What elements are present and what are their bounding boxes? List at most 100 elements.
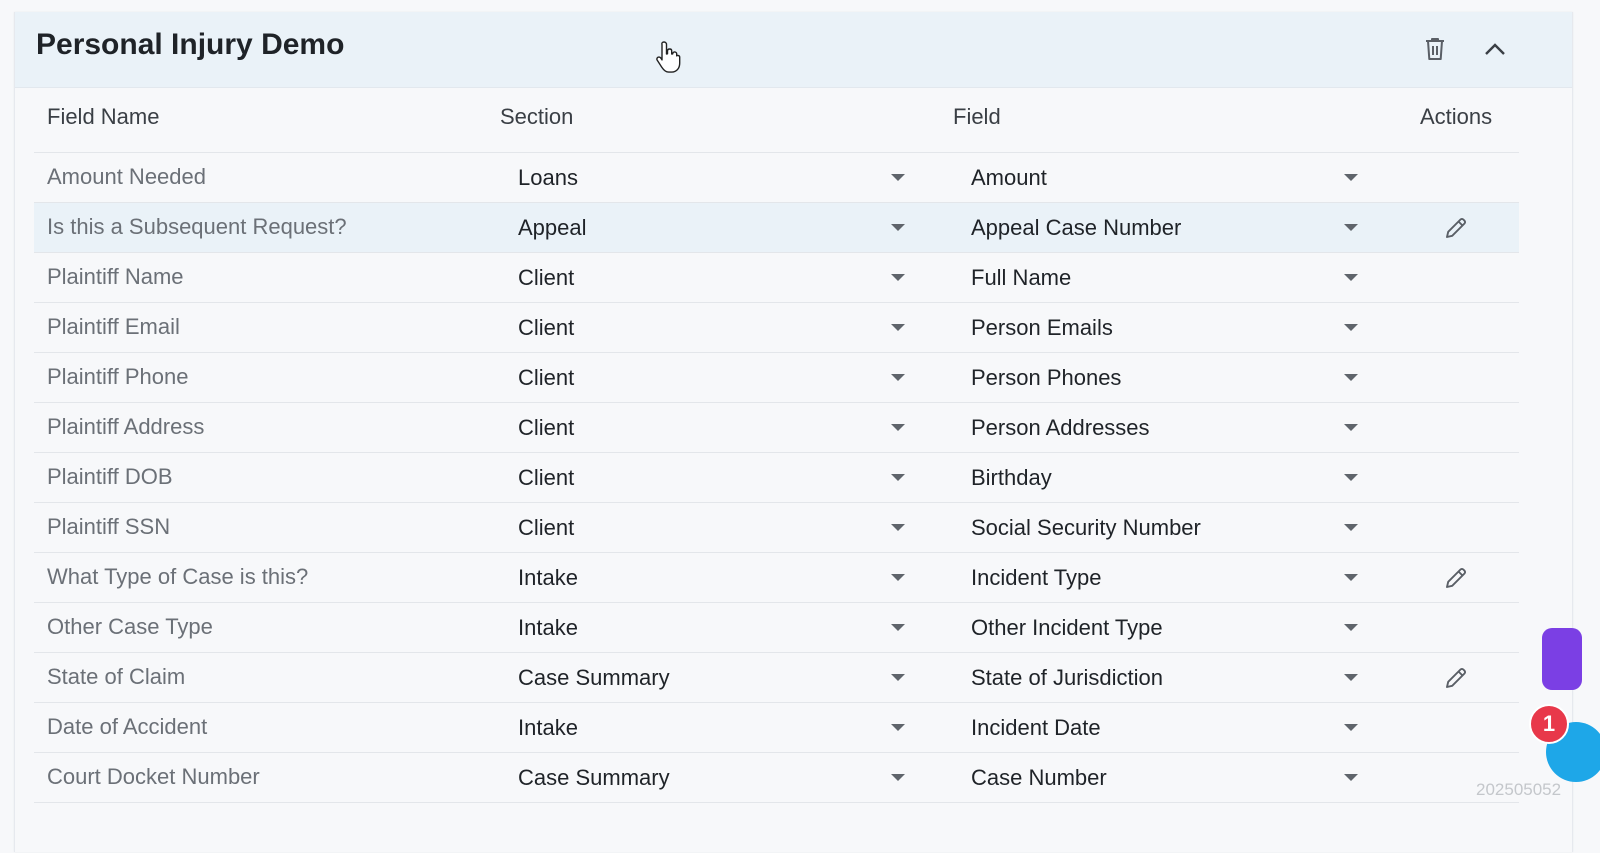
field-select[interactable]: Case Number [971,753,1361,803]
card-header[interactable]: Personal Injury Demo [15,12,1572,88]
field-select-value: Birthday [971,465,1052,490]
caret-down-icon[interactable] [1344,674,1358,681]
caret-down-icon[interactable] [891,674,905,681]
table-row[interactable]: Plaintiff SSN Client Social Security Numbe… [34,502,1519,553]
table-row[interactable]: Plaintiff Name Client Full Name [34,252,1519,303]
section-select[interactable]: Case Summary [518,753,908,803]
field-select[interactable]: Appeal Case Number [971,203,1361,253]
field-select[interactable]: Full Name [971,253,1361,303]
caret-down-icon[interactable] [891,224,905,231]
field-select[interactable]: State of Jurisdiction [971,653,1361,703]
section-select[interactable]: Client [518,453,908,503]
caret-down-icon[interactable] [891,574,905,581]
field-name-cell: Plaintiff Email [47,314,180,339]
field-select[interactable]: Social Security Number [971,503,1361,553]
caret-down-icon[interactable] [891,724,905,731]
section-select[interactable]: Intake [518,603,908,653]
column-header-field: Field [953,104,1001,129]
section-select[interactable]: Client [518,353,908,403]
caret-down-icon[interactable] [1344,724,1358,731]
section-select-value: Intake [518,565,578,590]
caret-down-icon[interactable] [1344,174,1358,181]
section-select[interactable]: Intake [518,553,908,603]
table-row[interactable]: Date of Accident Intake Incident Date [34,702,1519,753]
table-row[interactable]: Plaintiff DOB Client Birthday [34,452,1519,503]
field-select-value: Incident Date [971,715,1101,740]
caret-down-icon[interactable] [891,524,905,531]
table-row[interactable]: Is this a Subsequent Request? Appeal Appea… [34,202,1519,253]
watermark-text: 202505052 [1476,780,1562,799]
table-row[interactable]: Other Case Type Intake Other Incident Type [34,602,1519,653]
field-select[interactable]: Other Incident Type [971,603,1361,653]
field-name-cell: Other Case Type [47,614,213,639]
section-select-value: Loans [518,165,578,190]
field-select-value: Full Name [971,265,1072,290]
section-select-value: Intake [518,715,578,740]
table-row[interactable]: What Type of Case is this? Intake Incident… [34,552,1519,603]
caret-down-icon[interactable] [1344,574,1358,581]
field-select[interactable]: Person Emails [971,303,1361,353]
caret-down-icon[interactable] [1344,324,1358,331]
section-select[interactable]: Client [518,503,908,553]
section-select[interactable]: Intake [518,703,908,753]
caret-down-icon[interactable] [891,424,905,431]
field-select[interactable]: Person Phones [971,353,1361,403]
field-select-value: State of Jurisdiction [971,665,1163,690]
field-select-value: Person Emails [971,315,1113,340]
table-row[interactable]: Plaintiff Phone Client Person Phones [34,352,1519,403]
section-select[interactable]: Client [518,303,908,353]
section-select[interactable]: Case Summary [518,653,908,703]
caret-down-icon[interactable] [1344,774,1358,781]
field-select[interactable]: Incident Date [971,703,1361,753]
field-name-cell: Plaintiff Name [47,264,184,289]
caret-down-icon[interactable] [1344,374,1358,381]
field-select-value: Appeal Case Number [971,215,1182,240]
hand-cursor-icon [656,41,681,73]
field-select[interactable]: Birthday [971,453,1361,503]
caret-down-icon[interactable] [891,474,905,481]
notification-badge[interactable]: 1 [1529,704,1569,744]
edit-button[interactable] [1443,665,1469,691]
caret-down-icon[interactable] [1344,424,1358,431]
table-row[interactable] [34,802,1519,853]
field-select-value: Person Addresses [971,415,1150,440]
field-select-value: Incident Type [971,565,1102,590]
table-row[interactable]: State of Claim Case Summary State of Juris… [34,652,1519,703]
caret-down-icon[interactable] [1344,624,1358,631]
caret-down-icon[interactable] [1344,474,1358,481]
pencil-icon [1446,567,1467,588]
section-select-value: Intake [518,615,578,640]
table-row[interactable]: Court Docket Number Case Summary Case Numb… [34,752,1519,803]
caret-down-icon[interactable] [891,374,905,381]
table-row[interactable]: Plaintiff Email Client Person Emails [34,302,1519,353]
delete-button[interactable] [1418,32,1452,66]
table-row[interactable]: Plaintiff Address Client Person Addresses [34,402,1519,453]
caret-down-icon[interactable] [891,274,905,281]
caret-down-icon[interactable] [1344,274,1358,281]
field-name-cell: Plaintiff Phone [47,364,189,389]
section-select-value: Client [518,465,575,490]
caret-down-icon[interactable] [891,324,905,331]
edit-button[interactable] [1443,215,1469,241]
edit-button[interactable] [1443,565,1469,591]
section-select[interactable]: Client [518,403,908,453]
section-select[interactable]: Appeal [518,203,908,253]
field-name-cell: Is this a Subsequent Request? [47,214,347,239]
section-select-value: Case Summary [518,765,670,790]
section-select[interactable]: Client [518,253,908,303]
column-header-actions: Actions [1420,104,1493,129]
caret-down-icon[interactable] [1344,224,1358,231]
field-select[interactable]: Amount [971,153,1361,203]
caret-down-icon[interactable] [891,774,905,781]
caret-down-icon[interactable] [891,624,905,631]
section-select[interactable]: Loans [518,153,908,203]
caret-down-icon[interactable] [1344,524,1358,531]
chat-launcher-button[interactable] [1542,628,1582,690]
field-name-cell: What Type of Case is this? [47,564,309,589]
caret-down-icon[interactable] [891,174,905,181]
table-row[interactable]: Amount Needed Loans Amount [34,152,1519,203]
section-select-value: Client [518,265,575,290]
collapse-button[interactable] [1478,32,1512,66]
field-select[interactable]: Incident Type [971,553,1361,603]
field-select[interactable]: Person Addresses [971,403,1361,453]
